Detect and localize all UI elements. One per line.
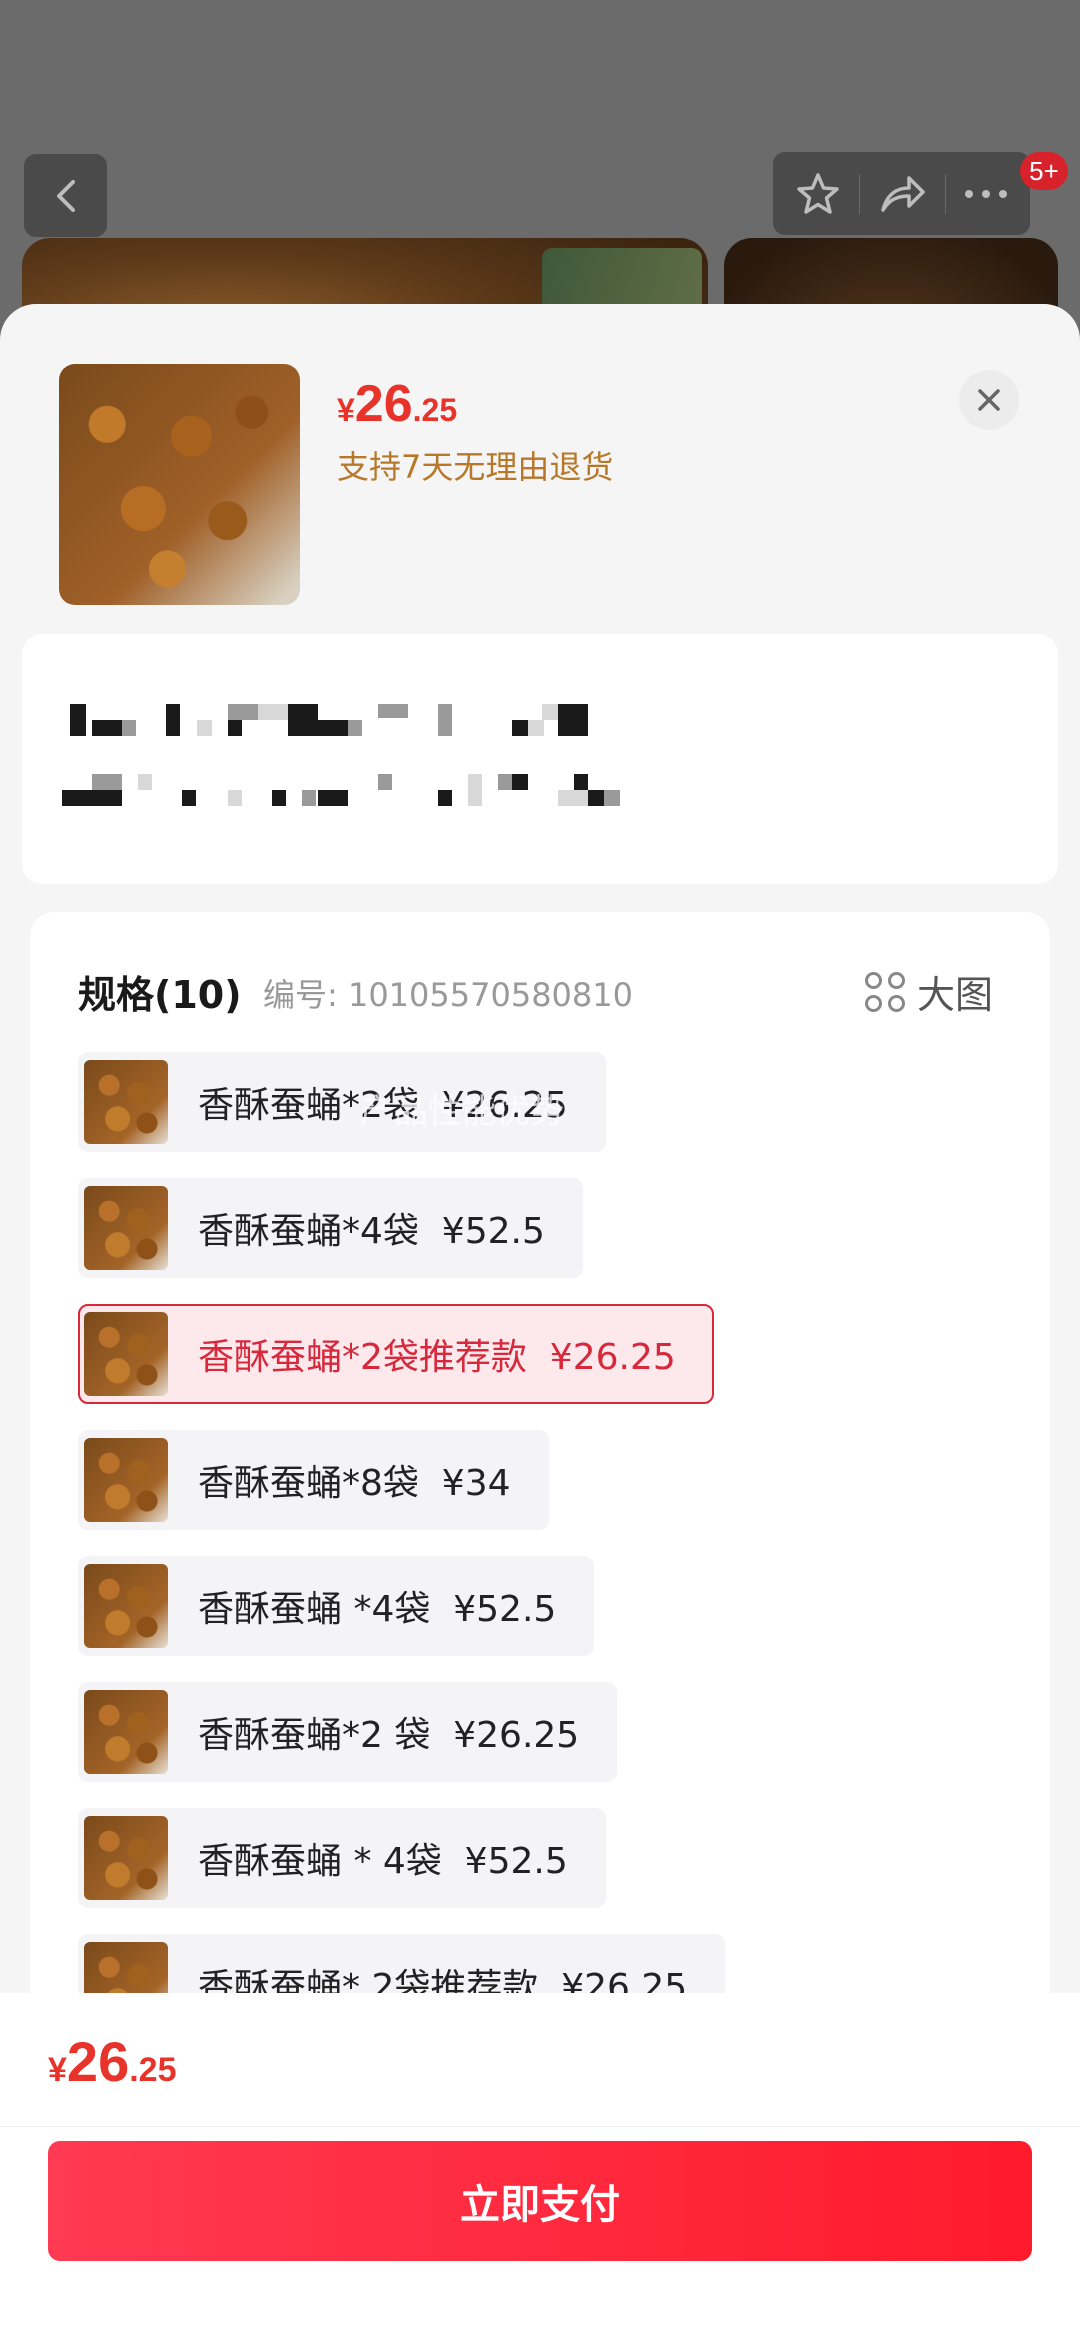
back-button[interactable]: [24, 154, 107, 237]
option-thumbnail: [84, 1186, 168, 1270]
spec-title: 规格(10): [78, 973, 242, 1017]
top-actions: [773, 152, 1030, 235]
option-label: 香酥蚕蛹*8袋 ¥34: [198, 1463, 511, 1504]
big-picture-label: 大图: [917, 973, 994, 1017]
image-watermark: 产品性能优势: [360, 1092, 564, 1132]
option-label: 香酥蚕蛹 *4袋 ¥52.5: [198, 1589, 557, 1630]
more-icon[interactable]: [963, 188, 1009, 200]
product-thumbnail[interactable]: [59, 364, 300, 605]
spec-option[interactable]: 香酥蚕蛹 *4袋 ¥52.5: [78, 1556, 595, 1656]
option-label: 香酥蚕蛹*4袋 ¥52.5: [198, 1211, 545, 1252]
price-decimal: .25: [129, 2051, 177, 2089]
checkout-footer: ¥26.25 立即支付: [0, 1993, 1080, 2344]
item-code: 编号: 10105570580810: [263, 976, 633, 1014]
option-thumbnail: [84, 1816, 168, 1900]
spec-option[interactable]: 香酥蚕蛹*4袋 ¥52.5: [78, 1178, 583, 1278]
divider: [0, 2126, 1080, 2127]
grid-icon: [865, 971, 905, 1012]
currency-symbol: ¥: [48, 2051, 67, 2089]
currency-symbol: ¥: [337, 392, 355, 428]
option-thumbnail: [84, 1690, 168, 1774]
price-decimal: .25: [412, 392, 458, 428]
option-label: 香酥蚕蛹 * 4袋 ¥52.5: [198, 1841, 568, 1882]
big-picture-toggle[interactable]: 大图: [865, 964, 993, 1019]
pay-now-button[interactable]: 立即支付: [48, 2141, 1032, 2261]
return-policy-note: 支持7天无理由退货: [337, 448, 614, 486]
spec-option[interactable]: 香酥蚕蛹*2 袋 ¥26.25: [78, 1682, 618, 1782]
option-label: 香酥蚕蛹*2袋推荐款 ¥26.25: [198, 1337, 676, 1378]
back-icon: [56, 179, 75, 212]
spec-option[interactable]: 香酥蚕蛹 * 4袋 ¥52.5: [78, 1808, 606, 1908]
divider: [859, 173, 861, 214]
spec-option-selected[interactable]: 香酥蚕蛹*2袋推荐款 ¥26.25: [78, 1304, 714, 1404]
total-price: ¥26.25: [48, 2029, 176, 2094]
option-thumbnail: [84, 1438, 168, 1522]
divider: [944, 173, 946, 214]
sheet-header: ¥26.25 支持7天无理由退货: [0, 304, 1080, 634]
option-label: 香酥蚕蛹*2 袋 ¥26.25: [198, 1715, 580, 1756]
selected-price: ¥26.25: [337, 374, 457, 434]
spec-options: 香酥蚕蛹*2袋 ¥26.25 香酥蚕蛹*4袋 ¥52.5 香酥蚕蛹*2袋推荐款 …: [78, 1052, 1018, 2060]
option-thumbnail: [84, 1312, 168, 1396]
price-integer: 26: [66, 2030, 130, 2093]
redacted-address-card[interactable]: [22, 634, 1058, 884]
notification-badge: 5+: [1020, 152, 1068, 190]
option-thumbnail: [84, 1564, 168, 1648]
price-integer: 26: [354, 375, 413, 433]
close-icon: [978, 389, 1000, 411]
close-button[interactable]: [959, 370, 1019, 430]
share-icon[interactable]: [877, 172, 927, 216]
spec-option[interactable]: 香酥蚕蛹*8袋 ¥34: [78, 1430, 549, 1530]
option-thumbnail: [84, 1060, 168, 1144]
star-icon[interactable]: [794, 170, 842, 218]
